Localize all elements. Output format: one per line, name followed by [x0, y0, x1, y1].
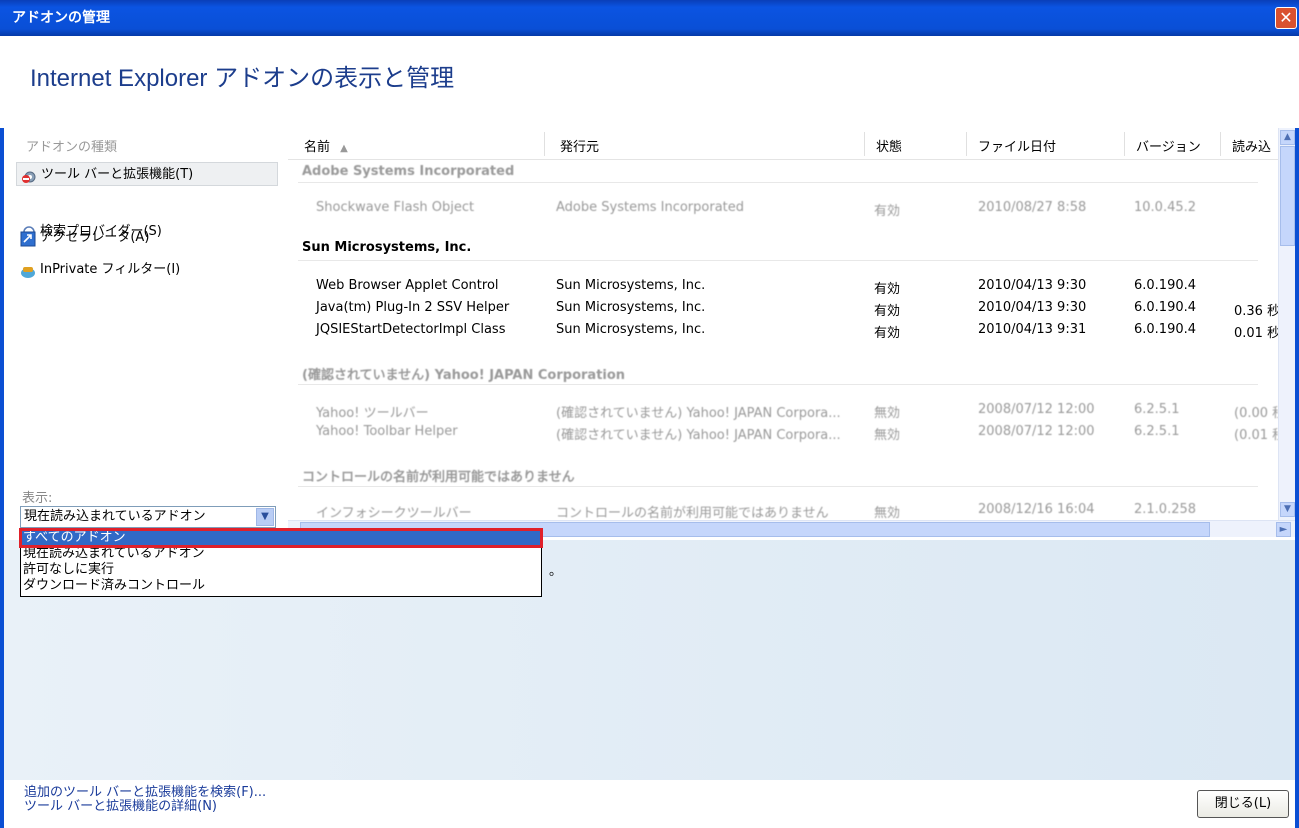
- cell-version: 6.0.190.4: [1134, 300, 1197, 315]
- column-header-status[interactable]: 状態: [876, 136, 902, 155]
- accelerator-icon: [20, 231, 36, 247]
- column-separator[interactable]: [1124, 132, 1125, 156]
- cell-status: 有効: [874, 326, 901, 341]
- header-area: Internet Explorer アドオンの表示と管理: [0, 36, 1299, 128]
- cell-load-time: (0.01 秒): [1234, 428, 1278, 443]
- cell-name: Yahoo! Toolbar Helper: [316, 424, 458, 439]
- vertical-scrollbar[interactable]: ▲ ▼: [1278, 128, 1295, 520]
- dropdown-option-loaded[interactable]: 現在読み込まれているアドオン: [21, 546, 541, 562]
- cell-date: 2010/04/13 9:30: [978, 300, 1087, 315]
- sidebar-item-label: InPrivate フィルター(I): [40, 262, 181, 277]
- cell-publisher: (確認されていません) Yahoo! JAPAN Corpora...: [556, 406, 841, 421]
- cell-publisher: Sun Microsystems, Inc.: [556, 300, 706, 315]
- column-header-publisher[interactable]: 発行元: [560, 136, 599, 155]
- cell-name: Java(tm) Plug-In 2 SSV Helper: [316, 300, 510, 315]
- window-frame-right: [1295, 36, 1299, 828]
- window-titlebar: アドオンの管理 ✕: [0, 0, 1299, 36]
- sidebar-item-toolbars[interactable]: ツール バーと拡張機能(T): [16, 162, 278, 186]
- cell-date: 2008/07/12 12:00: [978, 424, 1095, 439]
- sidebar-item-accelerators[interactable]: アクセラレータ(A): [16, 226, 278, 250]
- cell-name: Yahoo! ツールバー: [316, 406, 429, 421]
- column-separator[interactable]: [966, 132, 967, 156]
- cell-status: 有効: [874, 282, 901, 297]
- addon-type-sidebar: アドオンの種類 ツール バーと拡張機能(T) 検索プロバイダー(S) アクセラレ…: [4, 128, 288, 540]
- column-separator[interactable]: [1220, 132, 1221, 156]
- window-title: アドオンの管理: [12, 10, 110, 26]
- cell-publisher: Sun Microsystems, Inc.: [556, 322, 706, 337]
- cell-version: 6.2.5.1: [1134, 402, 1180, 417]
- cell-version: 6.2.5.1: [1134, 424, 1180, 439]
- dropdown-option-all-addons[interactable]: すべてのアドオン: [19, 528, 543, 548]
- page-title: Internet Explorer アドオンの表示と管理: [30, 65, 455, 92]
- cell-date: 2008/07/12 12:00: [978, 402, 1095, 417]
- group-header: Adobe Systems Incorporated: [302, 164, 515, 179]
- dropdown-option-run-without-permission[interactable]: 許可なしに実行: [21, 562, 541, 578]
- show-filter-select[interactable]: 現在読み込まれているアドオン ▼: [20, 506, 276, 528]
- group-divider: [298, 384, 1258, 385]
- window-close-button[interactable]: ✕: [1275, 7, 1297, 29]
- addon-list: 名前 ▲ 発行元 状態 ファイル日付 バージョン 読み込 Adobe Syste…: [288, 128, 1295, 540]
- cell-date: 2010/04/13 9:31: [978, 322, 1087, 337]
- sidebar-item-inprivate[interactable]: InPrivate フィルター(I): [16, 258, 278, 282]
- column-header-label: 名前: [304, 140, 331, 155]
- inprivate-icon: [21, 267, 35, 278]
- cell-load-time: 0.01 秒: [1234, 326, 1281, 341]
- group-divider: [298, 260, 1258, 261]
- cell-status: 無効: [874, 406, 901, 421]
- cell-version: 10.0.45.2: [1134, 200, 1197, 215]
- cell-publisher: Sun Microsystems, Inc.: [556, 278, 706, 293]
- footer: 追加のツール バーと拡張機能を検索(F)... ツール バーと拡張機能の詳細(N…: [4, 780, 1295, 828]
- show-filter-value: 現在読み込まれているアドオン: [24, 509, 206, 524]
- cell-publisher: Adobe Systems Incorporated: [556, 200, 745, 215]
- group-header: コントロールの名前が利用可能ではありません: [302, 470, 575, 485]
- details-text: 。: [549, 564, 563, 579]
- cell-status: 有効: [874, 304, 901, 319]
- sidebar-item-label: アクセラレータ(A): [40, 230, 150, 245]
- cell-name: JQSIEStartDetectorImpl Class: [316, 322, 506, 337]
- column-separator[interactable]: [544, 132, 545, 156]
- addon-list-header: 名前 ▲ 発行元 状態 ファイル日付 バージョン 読み込: [288, 128, 1282, 160]
- cell-name: Web Browser Applet Control: [316, 278, 499, 293]
- addon-type-caption: アドオンの種類: [26, 140, 118, 155]
- column-header-load-time[interactable]: 読み込: [1232, 136, 1271, 155]
- cell-date: 2010/08/27 8:58: [978, 200, 1087, 215]
- group-divider: [298, 182, 1258, 183]
- cell-publisher: (確認されていません) Yahoo! JAPAN Corpora...: [556, 428, 841, 443]
- vertical-scroll-thumb[interactable]: [1280, 146, 1295, 246]
- cell-date: 2008/12/16 16:04: [978, 502, 1095, 517]
- cell-status: 無効: [874, 506, 901, 521]
- cell-load-time: (0.00 秒): [1234, 406, 1278, 421]
- chevron-down-icon[interactable]: ▼: [256, 508, 274, 526]
- learn-more-toolbars-link[interactable]: ツール バーと拡張機能の詳細(N): [24, 800, 217, 814]
- cell-version: 6.0.190.4: [1134, 278, 1197, 293]
- column-header-name[interactable]: 名前 ▲: [304, 136, 348, 155]
- group-header: Sun Microsystems, Inc.: [302, 240, 472, 255]
- sort-ascending-icon: ▲: [340, 143, 348, 154]
- find-more-toolbars-link[interactable]: 追加のツール バーと拡張機能を検索(F)...: [24, 786, 266, 800]
- cell-date: 2010/04/13 9:30: [978, 278, 1087, 293]
- cell-status: 有効: [874, 204, 901, 219]
- cell-name: Shockwave Flash Object: [316, 200, 475, 215]
- close-button[interactable]: 閉じる(L): [1197, 790, 1289, 818]
- group-header: (確認されていません) Yahoo! JAPAN Corporation: [302, 368, 626, 383]
- cell-name: インフォシークツールバー: [316, 506, 472, 521]
- show-filter-dropdown: すべてのアドオン 現在読み込まれているアドオン 許可なしに実行 ダウンロード済み…: [19, 528, 543, 597]
- sidebar-item-label: ツール バーと拡張機能(T): [41, 167, 194, 182]
- gear-icon: [22, 171, 36, 183]
- column-separator[interactable]: [864, 132, 865, 156]
- cell-version: 6.0.190.4: [1134, 322, 1197, 337]
- dropdown-option-downloaded-controls[interactable]: ダウンロード済みコントロール: [21, 578, 541, 594]
- cell-version: 2.1.0.258: [1134, 502, 1197, 517]
- scroll-down-icon[interactable]: ▼: [1280, 502, 1295, 517]
- column-header-file-date[interactable]: ファイル日付: [978, 136, 1056, 155]
- scroll-right-icon[interactable]: ►: [1276, 522, 1291, 537]
- cell-status: 無効: [874, 428, 901, 443]
- cell-load-time: 0.36 秒: [1234, 304, 1281, 319]
- column-header-version[interactable]: バージョン: [1136, 136, 1201, 155]
- group-divider: [298, 486, 1258, 487]
- show-caption: 表示:: [22, 491, 53, 506]
- cell-publisher: コントロールの名前が利用可能ではありません: [556, 506, 829, 521]
- scroll-up-icon[interactable]: ▲: [1280, 130, 1295, 145]
